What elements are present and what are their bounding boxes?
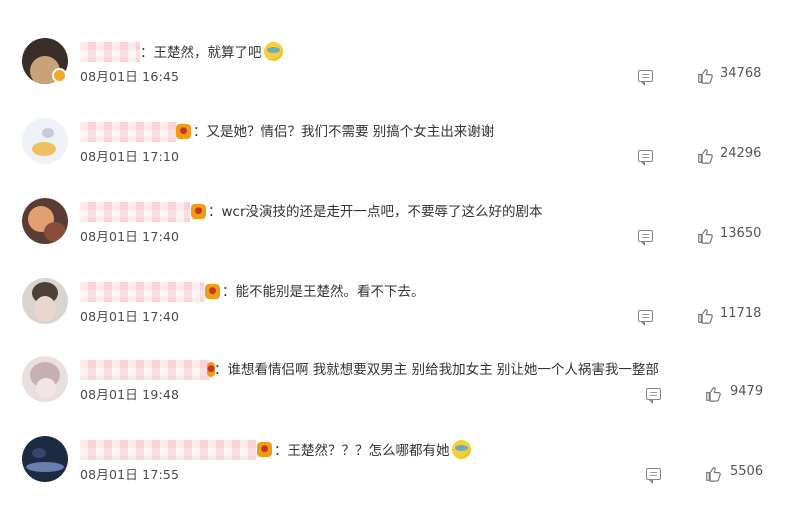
thumbs-up-icon[interactable] [697, 147, 714, 164]
comment-text: ：王楚然？？？怎么哪都有她 [274, 440, 471, 461]
comment-item: ● ：wcr没演技的还是走开一点吧，不要辱了这么好的剧本 08月01日 17:4… [0, 192, 790, 272]
thumbs-up-icon[interactable] [697, 307, 714, 324]
reply-icon[interactable] [646, 388, 661, 404]
username-blurred[interactable] [80, 42, 140, 62]
comment-text: ：王楚然，就算了吧 [140, 42, 283, 63]
comment-text: ：能不能别是王楚然。看不下去。 [222, 284, 425, 300]
username-blurred[interactable] [80, 282, 204, 302]
reply-icon[interactable] [638, 70, 653, 86]
comment-time: 08月01日 16:45 [80, 69, 180, 84]
reply-icon[interactable] [638, 310, 653, 326]
username-blurred[interactable] [80, 202, 190, 222]
like-count: 24296 [720, 146, 762, 161]
comment-text: ：又是她？情侣？我们不需要 别搞个女主出来谢谢 [193, 124, 495, 140]
vip-badge-icon: ● [205, 284, 220, 299]
reply-icon[interactable] [638, 150, 653, 166]
avatar[interactable] [22, 278, 68, 324]
thumbs-up-icon[interactable] [697, 227, 714, 244]
comment-time: 08月01日 17:10 [80, 149, 180, 164]
comment-time: 08月01日 17:40 [80, 229, 180, 244]
reply-icon[interactable] [646, 468, 661, 484]
username-blurred[interactable] [80, 440, 256, 460]
comment-item: ● ：谁想看情侣啊 我就想要双男主 别给我加女主 别让她一个人祸害我一整部 08… [0, 350, 790, 430]
comment-item: ● ：能不能别是王楚然。看不下去。 08月01日 17:40 11718 [0, 272, 790, 352]
comment-text: ：wcr没演技的还是走开一点吧，不要辱了这么好的剧本 [208, 204, 543, 220]
like-count: 34768 [720, 66, 762, 81]
verified-badge-icon [52, 68, 67, 83]
comment-time: 08月01日 17:40 [80, 309, 180, 324]
vip-badge-icon: ● [257, 442, 272, 457]
thumbs-up-icon[interactable] [705, 385, 722, 402]
laugh-cry-emoji-icon [451, 440, 471, 459]
reply-icon[interactable] [638, 230, 653, 246]
username-blurred[interactable] [80, 122, 176, 142]
avatar[interactable] [22, 436, 68, 482]
comment-time: 08月01日 17:55 [80, 467, 180, 482]
thumbs-up-icon[interactable] [697, 67, 714, 84]
like-count: 13650 [720, 226, 762, 241]
comment-item: ● ：又是她？情侣？我们不需要 别搞个女主出来谢谢 08月01日 17:10 2… [0, 112, 790, 192]
comment-time: 08月01日 19:48 [80, 387, 180, 402]
vip-badge-icon: ● [191, 204, 206, 219]
vip-badge-icon: ● [176, 124, 191, 139]
comment-text: ：谁想看情侣啊 我就想要双男主 别给我加女主 别让她一个人祸害我一整部 [214, 362, 659, 378]
avatar[interactable] [22, 118, 68, 164]
like-count: 5506 [730, 464, 764, 479]
username-blurred[interactable] [80, 360, 210, 380]
comment-item: ：王楚然，就算了吧 08月01日 16:45 34768 [0, 32, 790, 112]
like-count: 11718 [720, 306, 762, 321]
avatar[interactable] [22, 198, 68, 244]
avatar[interactable] [22, 356, 68, 402]
laugh-cry-emoji-icon [263, 42, 283, 61]
comment-item: ● ：王楚然？？？怎么哪都有她 08月01日 17:55 5506 [0, 430, 790, 510]
like-count: 9479 [730, 384, 764, 399]
thumbs-up-icon[interactable] [705, 465, 722, 482]
